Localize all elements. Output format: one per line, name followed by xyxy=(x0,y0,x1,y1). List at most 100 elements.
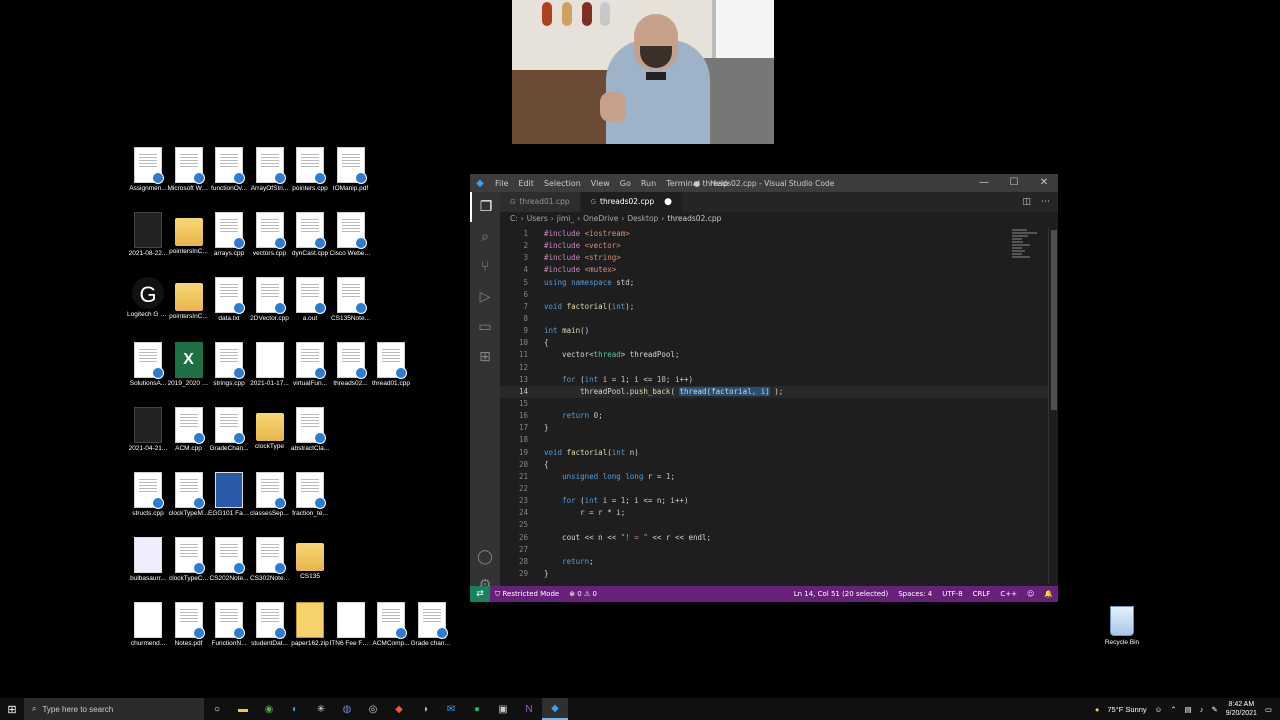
desktop-icon[interactable]: dynCast.cpp xyxy=(289,212,331,258)
desktop-icon[interactable]: CS135 xyxy=(289,537,331,581)
desktop-icon[interactable]: vectors.cpp xyxy=(249,212,291,258)
recycle-bin-icon[interactable]: Recycle Bin xyxy=(1100,606,1144,646)
pen-icon[interactable]: ✎ xyxy=(1211,705,1217,714)
discord-icon[interactable]: ◍ xyxy=(334,698,360,720)
code-line[interactable]: 12 xyxy=(500,362,1058,374)
more-actions-icon[interactable]: ⋯ xyxy=(1041,192,1050,212)
menu-run[interactable]: Run xyxy=(636,179,661,188)
desktop-icon[interactable]: virtualFun... xyxy=(289,342,331,388)
people-icon[interactable]: ☺ xyxy=(1155,705,1163,714)
desktop-icon[interactable]: ITN6 Fee Form.pdf xyxy=(330,602,372,648)
menu-file[interactable]: File xyxy=(490,179,513,188)
clock[interactable]: 8:42 AM 9/20/2021 xyxy=(1226,700,1257,718)
code-line[interactable]: 25 xyxy=(500,519,1058,531)
desktop-icon[interactable]: arrays.cpp xyxy=(208,212,250,258)
desktop-icon[interactable]: CS135Note... xyxy=(330,277,372,323)
desktop-icon[interactable]: a.out xyxy=(289,277,331,323)
desktop-icon[interactable]: Notes.pdf xyxy=(168,602,210,648)
minimize-icon[interactable]: — xyxy=(970,174,998,192)
run-debug-icon[interactable]: ▷ xyxy=(470,282,500,312)
search-icon[interactable]: ⌕ xyxy=(470,222,500,252)
breadcrumb-item[interactable]: OneDrive xyxy=(583,212,618,226)
menu-edit[interactable]: Edit xyxy=(513,179,539,188)
vertical-scrollbar[interactable] xyxy=(1048,228,1058,584)
steam-icon[interactable]: ◑ xyxy=(412,698,438,720)
language-mode[interactable]: C++ xyxy=(995,590,1022,598)
desktop-icon[interactable]: fraction_te... xyxy=(289,472,331,518)
split-editor-icon[interactable]: ◫ xyxy=(1022,192,1031,212)
menu-selection[interactable]: Selection xyxy=(539,179,586,188)
extensions-icon[interactable]: ⊞ xyxy=(470,342,500,372)
brave-icon[interactable]: ◆ xyxy=(386,698,412,720)
desktop-icon[interactable]: strings.cpp xyxy=(208,342,250,388)
code-line[interactable]: 23 for (int i = 1; i <= n; i++) xyxy=(500,495,1058,507)
desktop-icon[interactable]: IOManip.pdf xyxy=(330,147,372,193)
weather-text[interactable]: 75°F Sunny xyxy=(1107,705,1146,714)
desktop-icon[interactable]: FunctionN... xyxy=(208,602,250,648)
desktop-icon[interactable]: pointers.cpp xyxy=(289,147,331,193)
tab-thread01[interactable]: G thread01.cpp xyxy=(500,192,581,212)
remote-icon[interactable]: ⇄ xyxy=(470,586,490,602)
code-line[interactable]: 1 #include <iostream> xyxy=(500,228,1058,240)
indentation[interactable]: Spaces: 4 xyxy=(893,590,937,598)
desktop-icon[interactable]: churmend... xyxy=(127,602,169,648)
code-line[interactable]: 17} xyxy=(500,422,1058,434)
maximize-icon[interactable]: ☐ xyxy=(1000,174,1028,192)
code-line[interactable]: 29} xyxy=(500,568,1058,580)
code-line[interactable]: 13 for (int i = 1; i <= 10; i++) xyxy=(500,374,1058,386)
menu-go[interactable]: Go xyxy=(615,179,636,188)
account-icon[interactable]: ◯ xyxy=(470,542,500,572)
volume-icon[interactable]: ♪ xyxy=(1200,705,1204,714)
restricted-mode[interactable]: ⛉ Restricted Mode xyxy=(490,590,564,599)
desktop-icon[interactable]: 2DVector.cpp xyxy=(249,277,291,323)
desktop-icon[interactable]: clockType xyxy=(249,407,291,451)
desktop-icon[interactable]: Assignmen... xyxy=(127,147,169,193)
desktop-icon[interactable]: Cisco Webex Meetings xyxy=(330,212,372,258)
code-line[interactable]: 28 return; xyxy=(500,556,1058,568)
slack-icon[interactable]: ✳ xyxy=(308,698,334,720)
code-editor[interactable]: 1 #include <iostream> 2 #include <vector> 3 #… xyxy=(500,228,1058,584)
breadcrumb-item[interactable]: threads02.cpp xyxy=(667,212,721,226)
desktop-icon[interactable]: X 2019_2020 UNLV ACM... xyxy=(168,342,210,388)
desktop-icon[interactable]: classesSep... xyxy=(249,472,291,518)
notifications-icon[interactable]: 🔔 xyxy=(1039,590,1058,598)
taskbar-search[interactable]: ⌕ Type here to search xyxy=(24,698,204,720)
breadcrumb-item[interactable]: jimi_ xyxy=(557,212,574,226)
desktop-icon[interactable]: pointersInC... xyxy=(168,277,210,321)
store-icon[interactable]: ▣ xyxy=(490,698,516,720)
desktop-icon[interactable]: pointersInC... xyxy=(168,212,210,256)
chevron-up-icon[interactable]: ⌃ xyxy=(1170,705,1176,714)
desktop-icon[interactable]: Grade change for... xyxy=(411,602,453,648)
desktop-icon[interactable]: functionOv... xyxy=(208,147,250,193)
code-line[interactable]: 5 using namespace std; xyxy=(500,277,1058,289)
desktop-icon[interactable]: CS202Note... xyxy=(208,537,250,583)
mail-icon[interactable]: ✉ xyxy=(438,698,464,720)
code-line[interactable]: 24 r = r * i; xyxy=(500,507,1058,519)
desktop-icon[interactable]: GradeChan... xyxy=(208,407,250,453)
file-explorer-icon[interactable]: ▬ xyxy=(230,698,256,720)
line-endings[interactable]: CRLF xyxy=(968,590,996,598)
code-line[interactable]: 7 void factorial(int); xyxy=(500,301,1058,313)
desktop-icon[interactable]: data.txt xyxy=(208,277,250,323)
desktop-icon[interactable]: SolutionsA... xyxy=(127,342,169,388)
cursor-position[interactable]: Ln 14, Col 51 (20 selected) xyxy=(789,590,894,598)
code-line[interactable]: 22 xyxy=(500,483,1058,495)
desktop-icon[interactable]: 2021-01-17... xyxy=(249,342,291,388)
desktop-icon[interactable]: EGG101 Fall 2020.pptx xyxy=(208,472,250,518)
spotify-icon[interactable]: ● xyxy=(464,698,490,720)
code-line[interactable]: 4 #include <mutex> xyxy=(500,264,1058,276)
code-line[interactable]: 26 cout << n << "! = " << r << endl; xyxy=(500,532,1058,544)
code-line[interactable]: 20 { xyxy=(500,459,1058,471)
desktop-icon[interactable]: CS302Note... xyxy=(249,537,291,583)
code-line[interactable]: 18 xyxy=(500,434,1058,446)
code-line[interactable]: 8 xyxy=(500,313,1058,325)
desktop-icon[interactable]: thread01.cpp xyxy=(370,342,412,388)
desktop-icon[interactable]: ArrayOfStri... xyxy=(249,147,291,193)
weather-icon[interactable]: ● xyxy=(1095,705,1100,714)
code-line[interactable]: 9 int main() xyxy=(500,325,1058,337)
code-line[interactable]: 21 unsigned long long r = 1; xyxy=(500,471,1058,483)
close-icon[interactable]: ✕ xyxy=(1030,174,1058,192)
source-control-icon[interactable]: ⑂ xyxy=(470,252,500,282)
encoding[interactable]: UTF-8 xyxy=(937,590,967,598)
minimap[interactable] xyxy=(1012,228,1040,264)
